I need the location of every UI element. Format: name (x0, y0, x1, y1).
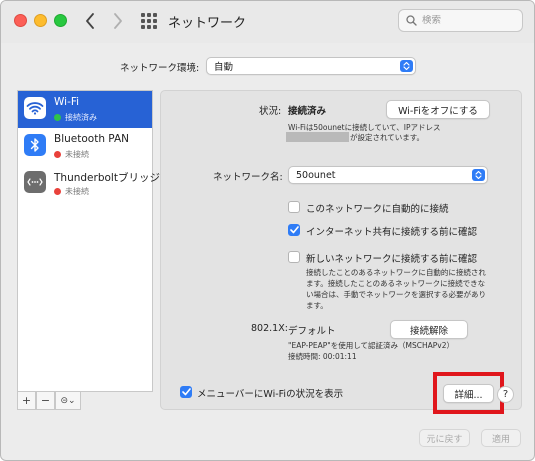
zoom-window-button[interactable] (54, 14, 67, 27)
title-bar: ネットワーク (1, 1, 534, 43)
ask-hotspot-label: インターネット共有に接続する前に確認 (306, 227, 478, 238)
service-status: 未接続 (54, 149, 89, 160)
eap-auth-info: "EAP-PEAP"を使用して認証済み（MSCHAPv2） (288, 341, 454, 350)
status-dot-icon (54, 188, 61, 195)
search-input[interactable] (422, 15, 512, 26)
help-button[interactable]: ? (497, 386, 514, 403)
ask-info-line4: ます。 (306, 301, 328, 310)
ask-hotspot-checkbox[interactable] (288, 224, 300, 236)
auto-join-checkbox[interactable] (288, 201, 300, 213)
apply-button[interactable]: 適用 (481, 429, 521, 447)
network-preferences-window: ネットワーク ネットワーク環境: 自動 Wi-Fi 接続済み Bluetooth… (0, 0, 535, 461)
status-description-line2: が設定されています。 (350, 133, 425, 142)
search-icon (406, 15, 417, 26)
auto-join-label: このネットワークに自動的に接続 (306, 204, 449, 215)
status-label: 状況: (259, 106, 282, 117)
8021x-label: 802.1X: (251, 323, 288, 334)
disconnect-button[interactable]: 接続解除 (390, 320, 468, 339)
highlight-annotation-box (433, 372, 504, 414)
ask-info-line1: 接続したことのあるネットワークに自動的に接続され (306, 268, 486, 277)
turn-wifi-off-button[interactable]: Wi-Fiをオフにする (386, 100, 490, 119)
status-dot-icon (54, 114, 61, 121)
network-name-popup[interactable]: 50ounet (288, 166, 488, 184)
show-all-grid-icon[interactable] (141, 13, 157, 29)
close-window-button[interactable] (14, 14, 27, 27)
redacted-ip-address (286, 132, 349, 142)
service-name: Wi-Fi (54, 96, 80, 108)
window-title: ネットワーク (168, 16, 247, 31)
service-name: Bluetooth PAN (54, 133, 130, 145)
search-field[interactable] (398, 9, 523, 32)
location-value: 自動 (214, 62, 234, 73)
updown-arrows-icon (400, 60, 413, 72)
service-name: Thunderboltブリッジ (54, 172, 160, 184)
minimize-window-button[interactable] (34, 14, 47, 27)
service-status: 未接続 (54, 186, 89, 197)
service-status: 接続済み (54, 112, 97, 123)
ask-new-networks-checkbox[interactable] (288, 251, 300, 263)
status-dot-icon (54, 151, 61, 158)
chevron-left-icon (86, 13, 94, 29)
show-wifi-menubar-label: メニューバーにWi-Fiの状況を表示 (197, 389, 344, 400)
service-list: Wi-Fi 接続済み Bluetooth PAN 未接続 Thunderbolt… (17, 90, 160, 392)
back-button[interactable] (80, 10, 100, 32)
service-action-menu-button[interactable]: ⊝⌄ (55, 392, 81, 410)
chevron-right-icon (114, 13, 122, 29)
updown-arrows-icon (472, 169, 485, 181)
connection-time: 接続時間: 00:01:11 (288, 352, 357, 361)
ask-new-networks-label: 新しいネットワークに接続する前に確認 (306, 254, 478, 265)
service-list-toolbar: + − ⊝⌄ (17, 392, 81, 410)
network-name-label: ネットワーク名: (213, 172, 283, 183)
checkmark-icon (289, 226, 299, 234)
status-value: 接続済み (288, 106, 327, 117)
service-item-thunderbolt-bridge[interactable]: Thunderboltブリッジ 未接続 (18, 165, 160, 202)
8021x-value: デフォルト (288, 326, 336, 337)
forward-button[interactable] (108, 10, 128, 32)
wifi-icon (24, 97, 46, 119)
revert-button[interactable]: 元に戻す (419, 429, 470, 447)
location-label: ネットワーク環境: (120, 63, 200, 74)
ask-info-line3: い場合は、手動でネットワークを選択する必要があり (306, 290, 486, 299)
add-service-button[interactable]: + (17, 392, 36, 410)
remove-service-button[interactable]: − (36, 392, 55, 410)
show-wifi-menubar-checkbox[interactable] (180, 386, 192, 398)
ask-info-line2: ます。接続したことのあるネットワークに接続できな (306, 279, 486, 288)
service-item-wifi[interactable]: Wi-Fi 接続済み (18, 91, 152, 128)
location-popup[interactable]: 自動 (206, 57, 416, 75)
bluetooth-icon (24, 134, 46, 156)
checkmark-icon (181, 388, 191, 396)
service-item-bluetooth-pan[interactable]: Bluetooth PAN 未接続 (18, 128, 152, 165)
network-name-value: 50ounet (296, 169, 336, 181)
thunderbolt-bridge-icon (24, 171, 46, 193)
